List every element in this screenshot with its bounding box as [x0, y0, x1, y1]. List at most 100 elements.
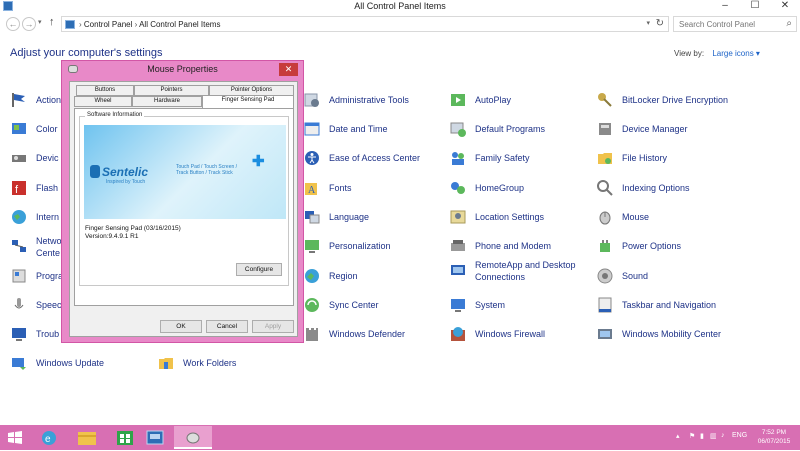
- power-icon: [600, 240, 610, 252]
- configure-button[interactable]: Configure: [236, 263, 282, 276]
- clock-time: 7:52 PM: [761, 429, 787, 436]
- view-by-dropdown[interactable]: Large icons ▾: [712, 49, 760, 58]
- clock-date: 06/07/2015: [757, 438, 791, 445]
- forward-arrow-icon[interactable]: →: [22, 17, 36, 31]
- region-globe-icon: [305, 269, 319, 283]
- recent-dropdown-icon[interactable]: ▾: [38, 18, 42, 26]
- sparkle-icon: ✚: [252, 153, 265, 170]
- breadcrumb-control-panel[interactable]: Control Panel: [84, 20, 132, 29]
- file-history-icon: [598, 153, 612, 164]
- mouse-properties-taskbar[interactable]: [174, 426, 212, 449]
- mouse-properties-dialog: Mouse Properties ✕ Buttons Pointers Poin…: [61, 60, 304, 343]
- svg-text:e: e: [45, 434, 51, 445]
- tab-finger-sensing-pad[interactable]: Finger Sensing Pad: [202, 95, 294, 108]
- tab-pointers[interactable]: Pointers: [134, 85, 209, 96]
- tab-hardware[interactable]: Hardware: [132, 96, 202, 107]
- search-icon[interactable]: ⌕: [786, 18, 792, 29]
- clock[interactable]: 7:52 PM 06/07/2015: [752, 428, 796, 446]
- minimize-button[interactable]: –: [714, 0, 736, 12]
- personalization-icon: [305, 240, 319, 253]
- flag-icon: [12, 93, 25, 107]
- tab-panel: Software Information Sentelic Inspired b…: [74, 108, 294, 306]
- logo-products: Touch Pad / Touch Screen / Track Button …: [176, 164, 238, 176]
- folder-icon: [159, 358, 173, 369]
- ok-button[interactable]: OK: [160, 320, 202, 333]
- homegroup-icon: [451, 182, 465, 194]
- key-icon: [598, 93, 612, 107]
- chevron-right-icon: ›: [79, 20, 82, 29]
- microphone-icon: [14, 298, 24, 309]
- taskbar: e ▴ ⚑ ▮ ▥ ♪ ENG 7:52 PM 06/07/2015: [0, 425, 800, 450]
- refresh-icon[interactable]: ↻: [656, 18, 664, 29]
- language-icon: [305, 211, 320, 224]
- network-icon: [12, 240, 26, 252]
- start-button[interactable]: [0, 426, 30, 449]
- language-indicator[interactable]: ENG: [732, 432, 747, 439]
- windows-logo-icon: [8, 431, 22, 444]
- view-by-label: View by:: [674, 49, 705, 58]
- breadcrumb: › Control Panel › All Control Panel Item…: [79, 20, 220, 29]
- chevron-down-icon[interactable]: ▾: [646, 19, 650, 27]
- driver-version: Version:9.4.9.1 R1: [85, 233, 139, 240]
- chevron-right-icon: ›: [134, 20, 138, 29]
- driver-name: Finger Sensing Pad (03/16/2015): [85, 225, 181, 232]
- calendar-clock-icon: [304, 122, 320, 136]
- address-bar[interactable]: › Control Panel › All Control Panel Item…: [61, 16, 669, 32]
- programs-icon: [12, 269, 26, 283]
- administrative-tools-icon: [304, 93, 319, 107]
- close-button[interactable]: ✕: [774, 0, 796, 12]
- group-label: Software Information: [85, 112, 145, 118]
- device-manager-icon: [599, 123, 611, 135]
- internet-explorer-taskbar[interactable]: e: [30, 426, 68, 449]
- sentelic-logo-icon: [90, 165, 100, 178]
- globe-icon: [12, 210, 26, 224]
- apply-button[interactable]: Apply: [252, 320, 294, 333]
- search-box[interactable]: ⌕: [673, 16, 797, 32]
- ease-of-access-icon: [305, 151, 319, 165]
- search-input[interactable]: [674, 17, 778, 31]
- breadcrumb-all-items[interactable]: All Control Panel Items: [139, 20, 220, 29]
- taskbar-icon: [598, 297, 612, 313]
- system-icon: [451, 299, 465, 312]
- color-management-icon: [12, 123, 26, 134]
- default-programs-icon: [450, 122, 466, 137]
- dialog-body: Buttons Pointers Pointer Options Wheel H…: [69, 81, 298, 337]
- view-by: View by: Large icons ▾: [674, 49, 760, 58]
- control-panel-icon: [146, 430, 164, 445]
- file-explorer-icon: [78, 432, 96, 445]
- up-arrow-icon[interactable]: ↑: [49, 16, 55, 28]
- location-icon: [450, 210, 466, 224]
- dialog-title: Mouse Properties: [147, 64, 218, 74]
- indexing-icon: [597, 180, 613, 196]
- speaker-icon: [597, 268, 613, 284]
- cancel-button[interactable]: Cancel: [206, 320, 248, 333]
- back-arrow-icon[interactable]: ←: [6, 17, 20, 31]
- mouse-icon: [599, 211, 611, 225]
- devices-icon: [12, 155, 26, 162]
- windows-update-icon: [12, 358, 26, 370]
- page-title: Adjust your computer's settings: [10, 47, 163, 59]
- volume-icon[interactable]: ♪: [721, 432, 725, 439]
- title-bar: All Control Panel Items – ☐ ✕: [0, 0, 800, 13]
- sentelic-logo: Sentelic: [102, 165, 149, 179]
- sync-icon: [305, 298, 319, 312]
- fonts-icon: A: [305, 183, 317, 196]
- dialog-close-button[interactable]: ✕: [279, 63, 298, 76]
- navigation-bar: ← → ▾ ↑ › Control Panel › All Control Pa…: [0, 14, 800, 34]
- chevron-up-icon[interactable]: ▴: [676, 432, 680, 440]
- file-explorer-taskbar[interactable]: [68, 426, 106, 449]
- sentelic-banner: Sentelic Inspired by Touch Touch Pad / T…: [84, 125, 286, 219]
- phone-icon: [451, 240, 465, 251]
- tab-wheel[interactable]: Wheel: [74, 96, 132, 107]
- internet-explorer-icon: e: [42, 431, 56, 445]
- maximize-button[interactable]: ☐: [744, 0, 766, 12]
- defender-castle-icon: [306, 328, 318, 341]
- tab-buttons[interactable]: Buttons: [76, 85, 134, 96]
- mouse-icon: [186, 432, 200, 444]
- troubleshooting-icon: [12, 328, 26, 341]
- control-panel-window: All Control Panel Items – ☐ ✕ ← → ▾ ↑ › …: [0, 0, 800, 425]
- flag-icon[interactable]: ⚑: [689, 432, 695, 440]
- control-panel-taskbar[interactable]: [136, 426, 174, 449]
- battery-icon[interactable]: ▮: [700, 432, 704, 440]
- network-icon[interactable]: ▥: [710, 432, 717, 440]
